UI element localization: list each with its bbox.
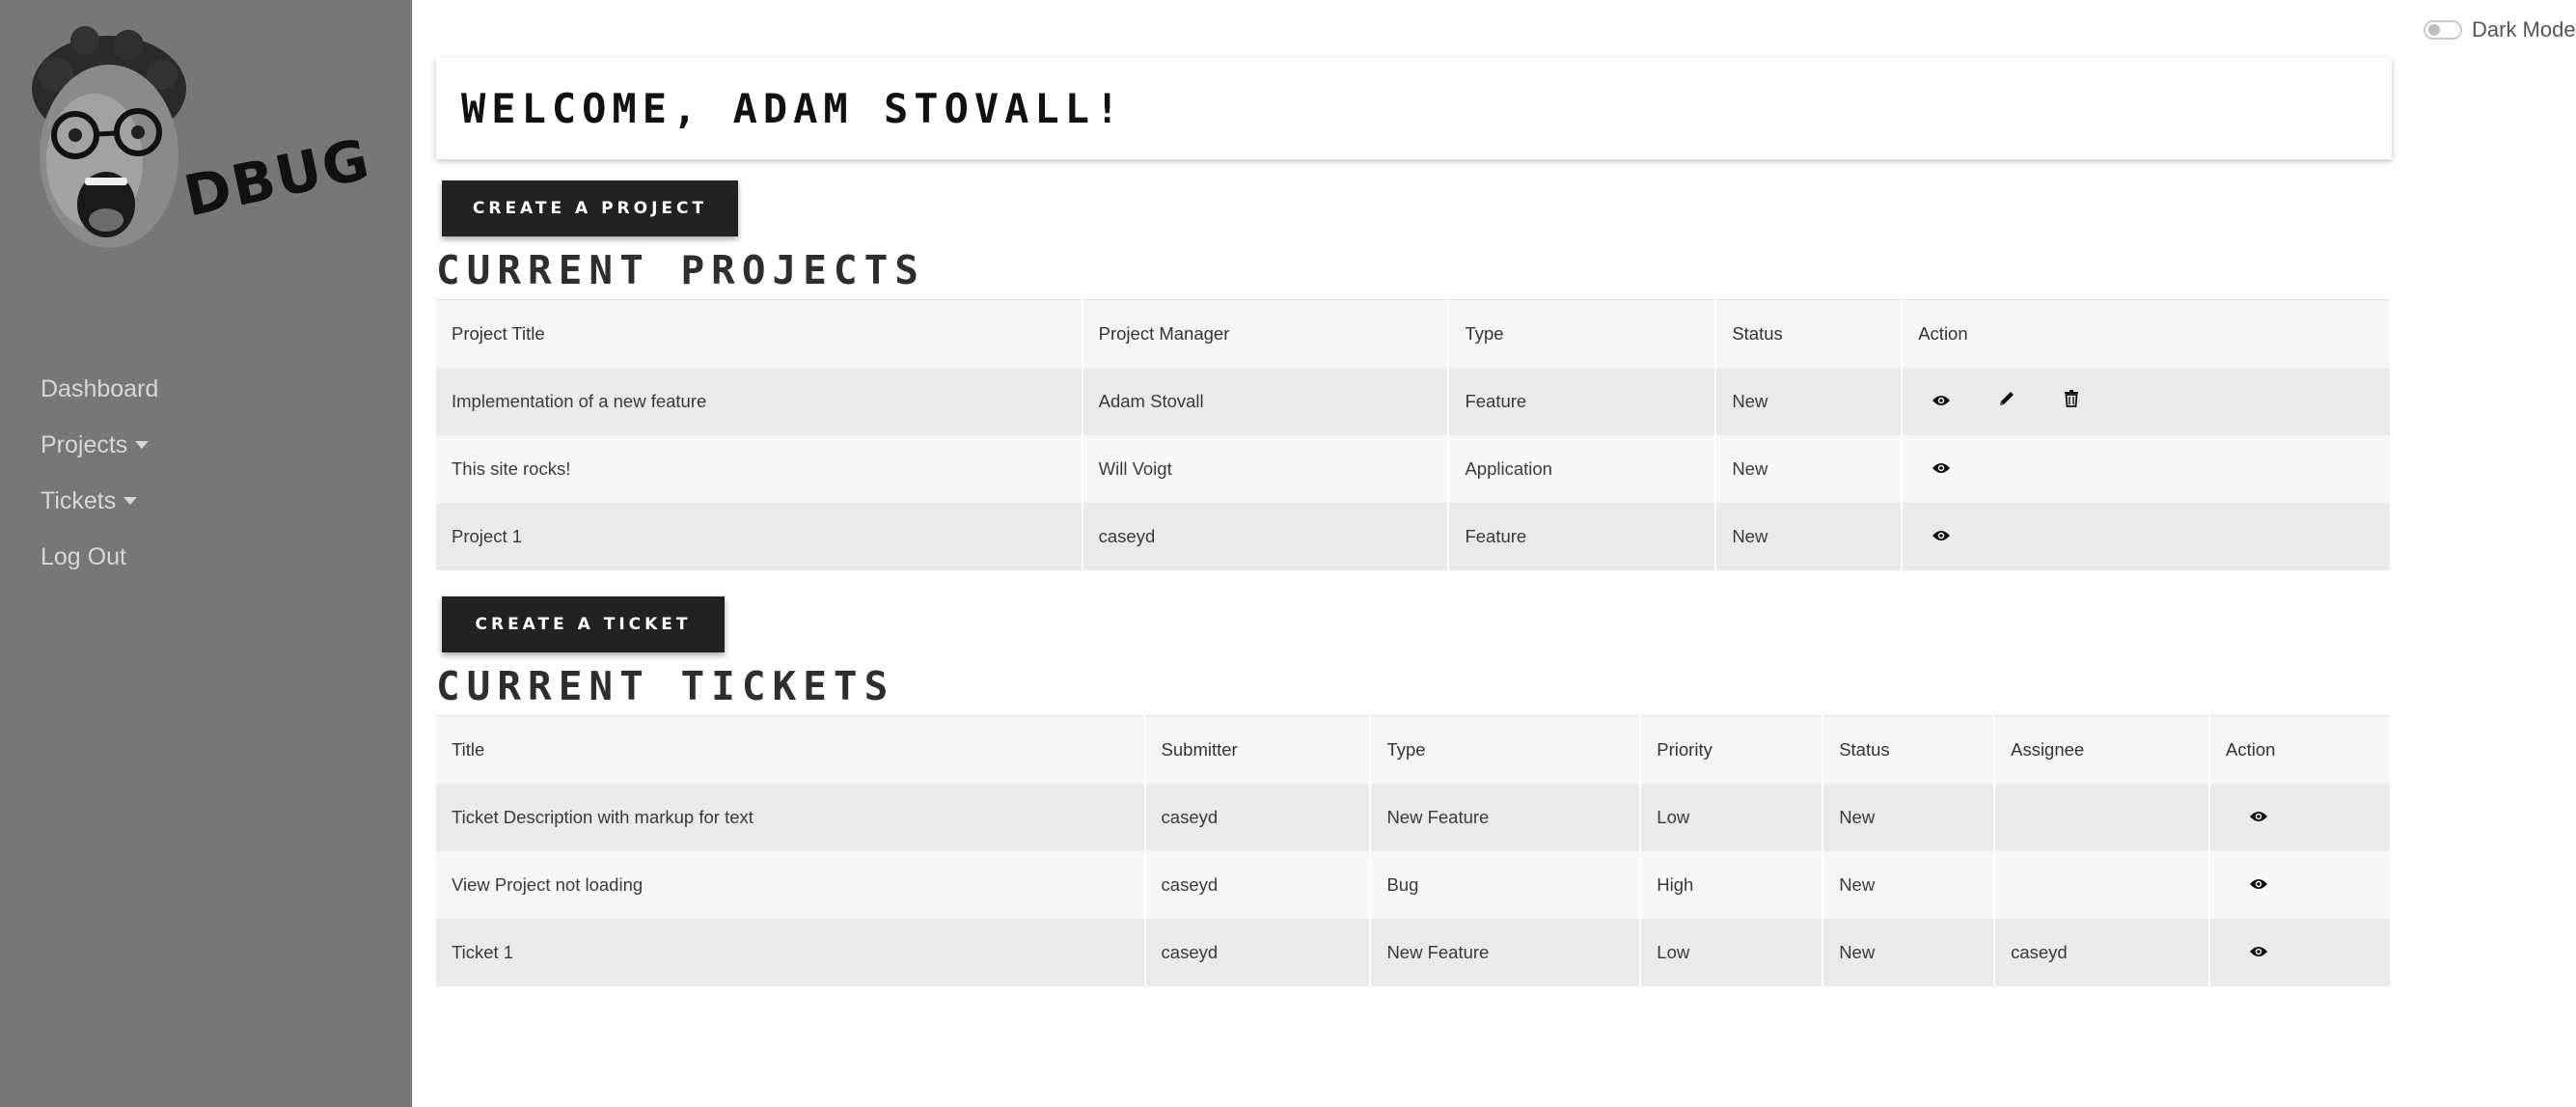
- welcome-card: WELCOME, ADAM STOVALL!: [436, 58, 2392, 159]
- cell-priority: Low: [1640, 918, 1824, 986]
- table-header-row: Title Submitter Type Priority Status Ass…: [436, 715, 2392, 784]
- cell-status: New: [1715, 367, 1904, 435]
- column-header: Submitter: [1144, 715, 1372, 784]
- cell-actions: [2209, 783, 2392, 851]
- column-header: Status: [1715, 299, 1904, 368]
- table-row: This site rocks! Will Voigt Application …: [436, 434, 2392, 503]
- welcome-title: WELCOME, ADAM STOVALL!: [461, 85, 1126, 132]
- column-header: Type: [1448, 299, 1717, 368]
- nav-projects-label: Projects: [41, 430, 128, 458]
- cell-type: Application: [1448, 434, 1717, 503]
- column-header: Status: [1822, 715, 1996, 784]
- cell-submitter: caseyd: [1144, 850, 1372, 919]
- cell-title: Ticket Description with markup for text: [436, 783, 1146, 851]
- nav-dashboard[interactable]: Dashboard: [41, 361, 158, 417]
- column-header: Action: [1902, 299, 2392, 368]
- cell-submitter: caseyd: [1144, 918, 1372, 986]
- cell-status: New: [1822, 850, 1996, 919]
- cell-submitter: caseyd: [1144, 783, 1372, 851]
- table-row: View Project not loading caseyd Bug High…: [436, 850, 2392, 919]
- eye-icon[interactable]: [1932, 458, 1951, 480]
- cell-status: New: [1715, 434, 1904, 503]
- cell-status: New: [1715, 502, 1904, 570]
- pencil-icon[interactable]: [1998, 390, 2015, 412]
- projects-section-title: CURRENT PROJECTS: [436, 247, 925, 293]
- cell-manager: Adam Stovall: [1082, 367, 1450, 435]
- sidebar: DBUG Dashboard Projects Tickets Log Out: [0, 0, 412, 1107]
- cell-type: New Feature: [1370, 783, 1642, 851]
- cell-title: Project 1: [436, 502, 1083, 570]
- column-header: Priority: [1640, 715, 1824, 784]
- column-header: Action: [2209, 715, 2392, 784]
- cell-actions: [1902, 434, 2392, 503]
- cell-actions: [1902, 502, 2392, 570]
- nav-tickets-dropdown[interactable]: Tickets: [41, 473, 158, 529]
- create-project-button[interactable]: CREATE A PROJECT: [442, 180, 738, 236]
- nav-dashboard-label: Dashboard: [41, 374, 159, 402]
- column-header: Project Manager: [1082, 299, 1450, 368]
- cell-assignee: caseyd: [1994, 918, 2211, 986]
- cell-title: Ticket 1: [436, 918, 1146, 986]
- cell-actions: [2209, 850, 2392, 919]
- eye-icon[interactable]: [2249, 942, 2268, 963]
- cell-priority: Low: [1640, 783, 1824, 851]
- caret-down-icon: [135, 441, 150, 449]
- nav-logout-label: Log Out: [41, 542, 126, 570]
- nav-tickets-label: Tickets: [41, 486, 117, 514]
- cell-type: Feature: [1448, 502, 1717, 570]
- table-row: Project 1 caseyd Feature New: [436, 502, 2392, 570]
- create-ticket-button[interactable]: CREATE A TICKET: [442, 596, 725, 652]
- cell-manager: Will Voigt: [1082, 434, 1450, 503]
- table-header-row: Project Title Project Manager Type Statu…: [436, 299, 2392, 368]
- eye-icon[interactable]: [1932, 526, 1951, 547]
- logo[interactable]: DBUG: [17, 21, 376, 272]
- cell-title: Implementation of a new feature: [436, 367, 1083, 435]
- cell-assignee: [1994, 850, 2211, 919]
- cell-manager: caseyd: [1082, 502, 1450, 570]
- cell-type: New Feature: [1370, 918, 1642, 986]
- nav-projects-dropdown[interactable]: Projects: [41, 417, 158, 473]
- cell-status: New: [1822, 918, 1996, 986]
- column-header: Title: [436, 715, 1146, 784]
- eye-icon[interactable]: [1932, 391, 1951, 412]
- dark-mode-label: Dark Mode: [2472, 17, 2576, 42]
- table-row: Ticket Description with markup for text …: [436, 783, 2392, 851]
- table-row: Ticket 1 caseyd New Feature Low New case…: [436, 918, 2392, 986]
- caret-down-icon: [123, 497, 138, 505]
- cell-title: This site rocks!: [436, 434, 1083, 503]
- column-header: Assignee: [1994, 715, 2211, 784]
- projects-table: Project Title Project Manager Type Statu…: [436, 299, 2392, 570]
- dark-mode-toggle[interactable]: Dark Mode: [2424, 17, 2576, 42]
- trash-icon[interactable]: [2064, 390, 2079, 412]
- toggle-knob: [2428, 24, 2440, 36]
- cell-priority: High: [1640, 850, 1824, 919]
- toggle-switch[interactable]: [2424, 20, 2462, 40]
- cell-assignee: [1994, 783, 2211, 851]
- eye-icon[interactable]: [2249, 874, 2268, 896]
- cell-status: New: [1822, 783, 1996, 851]
- cell-actions: [1902, 367, 2392, 435]
- tickets-section-title: CURRENT TICKETS: [436, 663, 895, 709]
- column-header: Project Title: [436, 299, 1083, 368]
- cell-type: Feature: [1448, 367, 1717, 435]
- sidebar-nav: Dashboard Projects Tickets Log Out: [41, 361, 158, 585]
- column-header: Type: [1370, 715, 1642, 784]
- eye-icon[interactable]: [2249, 807, 2268, 828]
- cell-title: View Project not loading: [436, 850, 1146, 919]
- cell-actions: [2209, 918, 2392, 986]
- nav-logout[interactable]: Log Out: [41, 529, 158, 585]
- table-row: Implementation of a new feature Adam Sto…: [436, 367, 2392, 435]
- tickets-table: Title Submitter Type Priority Status Ass…: [436, 715, 2392, 986]
- cell-type: Bug: [1370, 850, 1642, 919]
